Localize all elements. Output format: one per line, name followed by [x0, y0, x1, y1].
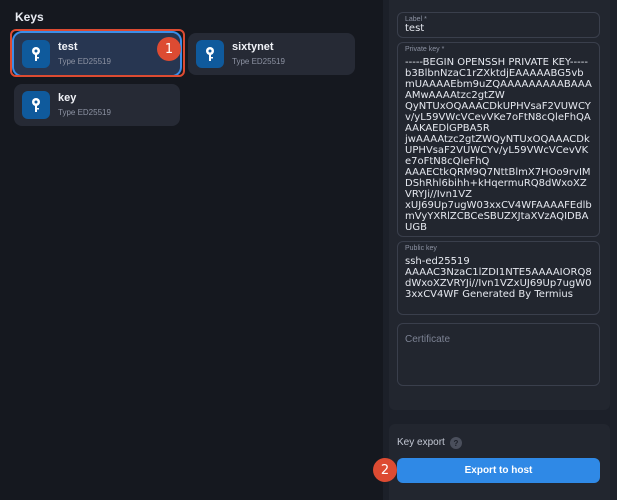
private-key-field[interactable]: Private key * -----BEGIN OPENSSH PRIVATE…	[397, 42, 600, 237]
export-to-host-button[interactable]: Export to host	[397, 458, 600, 483]
key-type: Type ED25519	[58, 108, 111, 117]
annotation-badge-1: 1	[157, 37, 181, 61]
annotation-badge-2: 2	[373, 458, 397, 482]
question-circle-icon[interactable]: ?	[450, 437, 462, 449]
key-type: Type ED25519	[232, 57, 285, 66]
public-key-label: Public key	[405, 245, 437, 252]
public-key-field[interactable]: Public key ssh-ed25519 AAAAC3NzaC1lZDI1N…	[397, 241, 600, 315]
label-field[interactable]: Label * test	[397, 12, 600, 38]
label-field-value: test	[405, 23, 425, 34]
certificate-placeholder: Certificate	[405, 334, 451, 345]
label-field-label: Label *	[405, 16, 427, 23]
key-export-title: Key export	[397, 437, 445, 448]
key-icon	[22, 91, 50, 119]
key-card-sixtynet[interactable]: sixtynet Type ED25519	[188, 33, 355, 75]
private-key-label: Private key *	[405, 46, 445, 53]
key-card-key[interactable]: key Type ED25519	[14, 84, 180, 126]
key-icon	[196, 40, 224, 68]
public-key-value: ssh-ed25519 AAAAC3NzaC1lZDI1NTE5AAAAIORQ…	[405, 256, 592, 300]
key-name: sixtynet	[232, 41, 274, 53]
private-key-value: -----BEGIN OPENSSH PRIVATE KEY----- b3Bl…	[405, 57, 592, 233]
certificate-field[interactable]: Certificate	[397, 323, 600, 386]
key-name: key	[58, 92, 77, 104]
section-title-keys: Keys	[15, 10, 44, 24]
